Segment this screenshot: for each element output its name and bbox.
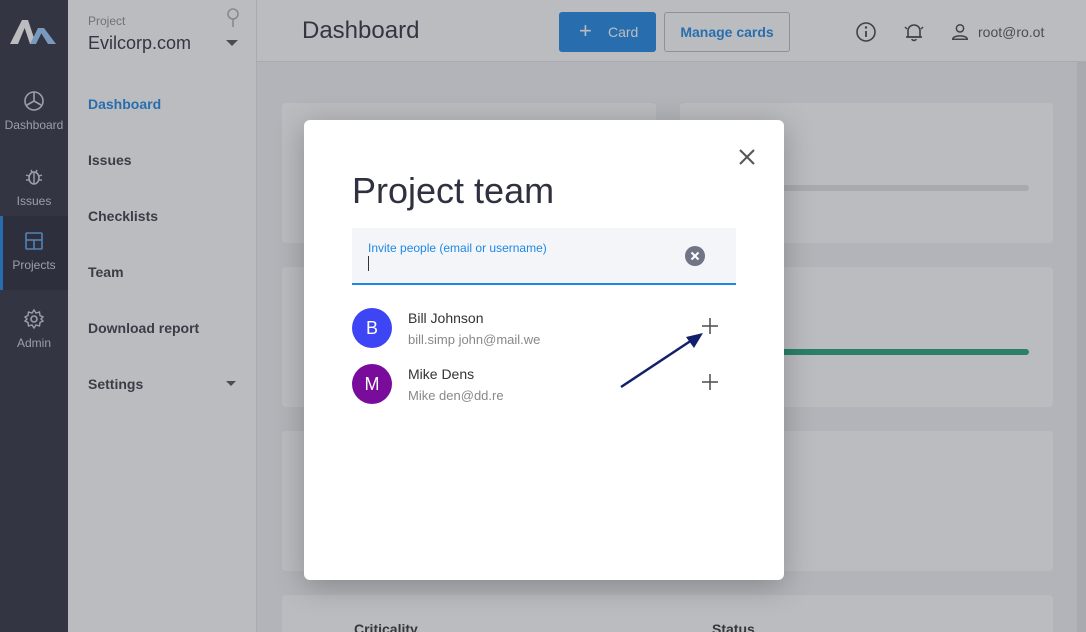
team-member-row: M Mike Dens Mike den@dd.re [352, 364, 736, 414]
member-name: Bill Johnson [408, 310, 484, 326]
member-email: bill.simp john@mail.we [408, 332, 541, 347]
text-cursor [368, 256, 369, 271]
invite-field-label: Invite people (email or username) [368, 241, 547, 255]
add-member-icon[interactable] [700, 316, 720, 336]
scrollbar[interactable] [1077, 62, 1086, 632]
avatar: B [352, 308, 392, 348]
invite-input[interactable] [366, 255, 666, 275]
add-member-icon[interactable] [700, 372, 720, 392]
close-icon[interactable] [736, 146, 758, 168]
member-email: Mike den@dd.re [408, 388, 504, 403]
project-team-modal: Project team Invite people (email or use… [304, 120, 784, 580]
clear-input-icon[interactable] [685, 246, 705, 266]
avatar: M [352, 364, 392, 404]
modal-title: Project team [352, 170, 555, 211]
member-name: Mike Dens [408, 366, 475, 382]
team-member-row: B Bill Johnson bill.simp john@mail.we [352, 308, 736, 358]
invite-field[interactable]: Invite people (email or username) [352, 228, 736, 285]
